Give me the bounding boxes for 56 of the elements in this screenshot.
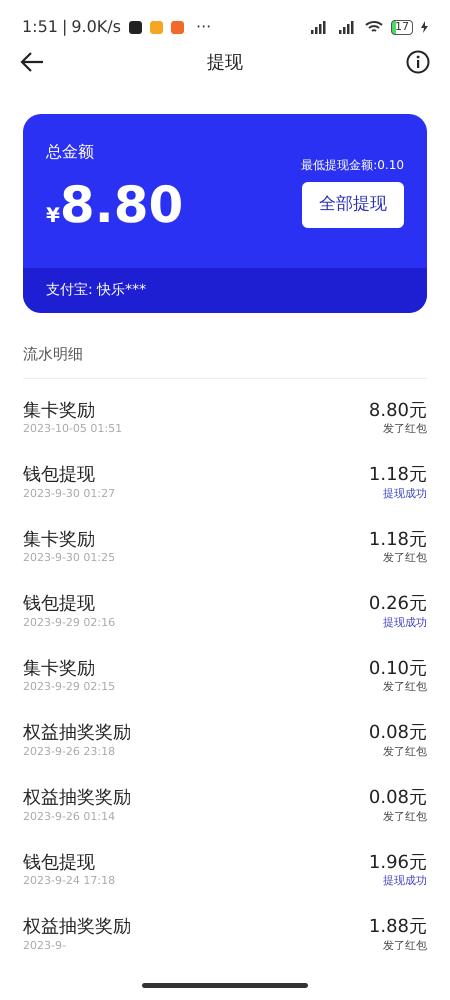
record-status: 发了红包 xyxy=(383,421,427,438)
record-title: 钱包提现 xyxy=(23,464,96,486)
record-title: 集卡奖励 xyxy=(23,400,96,422)
record-title: 权益抽奖奖励 xyxy=(23,916,131,938)
record-amount: 8.80元 xyxy=(368,400,427,422)
record-time: 2023-9-29 02:15 xyxy=(23,679,116,696)
wifi-icon xyxy=(365,20,383,34)
record-title: 集卡奖励 xyxy=(23,658,96,680)
record-time: 2023-9-26 23:18 xyxy=(23,744,116,760)
record-amount: 1.18元 xyxy=(368,528,427,550)
account-text: 支付宝: 快乐*** xyxy=(46,281,146,300)
record-status: 发了红包 xyxy=(383,744,427,760)
status-time: 1:51 xyxy=(22,16,58,38)
speed-text: 9.0K/s xyxy=(71,16,121,38)
record-title: 权益抽奖奖励 xyxy=(23,722,131,744)
currency-sign: ¥ xyxy=(46,202,60,229)
app-icon xyxy=(129,20,142,34)
record-time: 2023-10-05 01:51 xyxy=(23,421,122,438)
record-time: 2023-9- xyxy=(23,938,67,954)
record-amount: 0.08元 xyxy=(368,787,427,809)
section-title: 流水明细 xyxy=(23,343,427,378)
record-title: 钱包提现 xyxy=(23,852,96,874)
record-time: 2023-9-30 01:27 xyxy=(23,486,116,502)
record-title: 权益抽奖奖励 xyxy=(23,787,131,809)
page-title: 提现 xyxy=(207,50,243,74)
minimum-note: 最低提现金额:0.10 xyxy=(301,157,404,174)
total-amount: 8.80 xyxy=(60,180,184,230)
note-icon xyxy=(150,20,163,34)
record-time: 2023-9-26 01:14 xyxy=(23,808,116,825)
more-dots: ··· xyxy=(196,16,212,38)
record-amount: 0.10元 xyxy=(368,658,427,680)
record-status: 发了红包 xyxy=(383,808,427,825)
record-time: 2023-9-30 01:25 xyxy=(23,550,116,566)
battery-icon: 17 xyxy=(391,20,413,34)
record-amount: 1.88元 xyxy=(368,916,427,938)
record-status: 提现成功 xyxy=(383,486,427,502)
record-status: 发了红包 xyxy=(383,679,427,696)
record-status: 发了红包 xyxy=(383,938,427,954)
back-arrow-icon[interactable] xyxy=(20,52,44,72)
info-icon[interactable] xyxy=(406,50,430,74)
record-amount: 1.96元 xyxy=(368,852,427,874)
record-time: 2023-9-24 17:18 xyxy=(23,873,116,890)
record-status: 发了红包 xyxy=(383,550,427,566)
record-time: 2023-9-29 02:16 xyxy=(23,614,116,631)
record-status: 提现成功 xyxy=(383,614,427,631)
record-amount: 1.18元 xyxy=(368,464,427,486)
total-label: 总金额 xyxy=(46,141,95,163)
charging-icon xyxy=(421,21,428,33)
record-title: 钱包提现 xyxy=(23,593,96,615)
app-icon xyxy=(171,20,184,34)
record-amount: 0.26元 xyxy=(368,593,427,615)
separator-text: | xyxy=(62,16,68,38)
record-status: 提现成功 xyxy=(383,873,427,890)
record-amount: 0.08元 xyxy=(368,722,427,744)
withdraw-all-button[interactable]: 全部提现 xyxy=(302,182,404,228)
record-title: 集卡奖励 xyxy=(23,528,96,550)
